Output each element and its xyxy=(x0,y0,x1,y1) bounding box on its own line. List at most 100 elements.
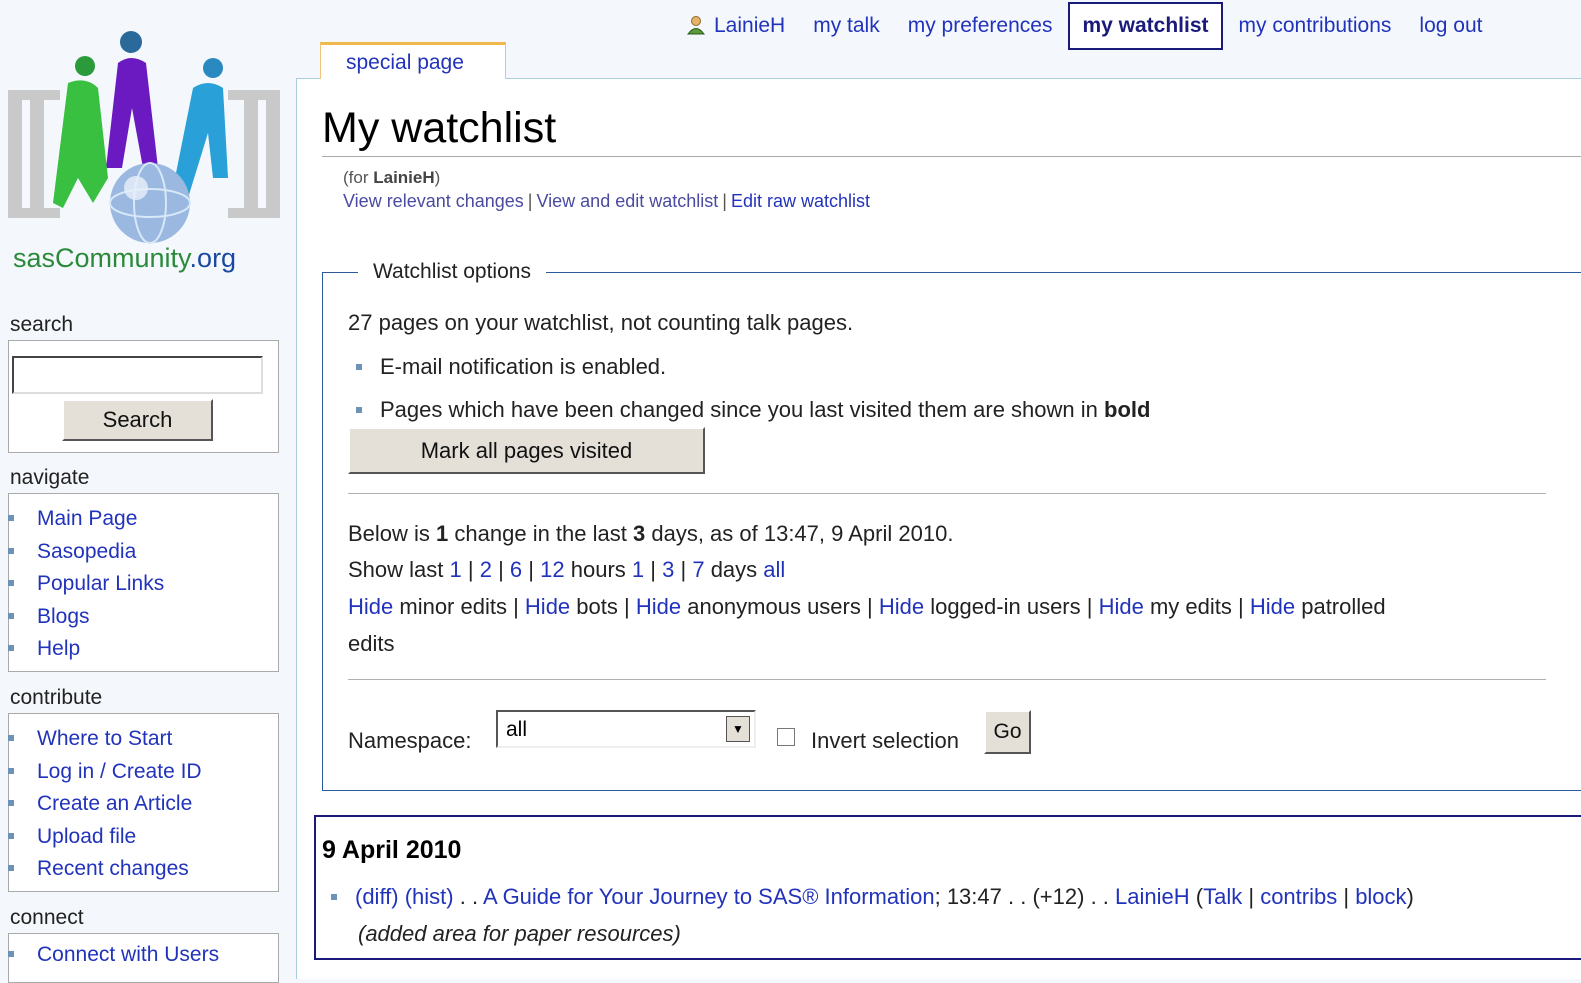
filter-label: logged-in users xyxy=(930,594,1081,619)
user-contribs-link[interactable]: contribs xyxy=(1260,884,1337,909)
connect-with-users[interactable]: Connect with Users xyxy=(8,939,219,972)
diff-link[interactable]: (diff) xyxy=(355,884,399,909)
bullet xyxy=(356,364,362,370)
bullet xyxy=(8,735,14,741)
hist-link[interactable]: (hist) xyxy=(405,884,454,909)
bullet xyxy=(331,894,337,900)
go-button[interactable]: Go xyxy=(984,710,1031,754)
hide-anonymous-link[interactable]: Hide xyxy=(636,594,681,619)
contrib-upload-file[interactable]: Upload file xyxy=(8,821,202,854)
bold-notice-text: Pages which have been changed since you … xyxy=(380,397,1104,422)
my-contributions-link[interactable]: my contributions xyxy=(1225,14,1406,38)
contrib-create-article[interactable]: Create an Article xyxy=(8,788,202,821)
nav-blogs[interactable]: Blogs xyxy=(8,601,164,634)
connect-heading: connect xyxy=(10,906,84,929)
invert-selection-label: Invert selection xyxy=(811,728,959,753)
search-button[interactable]: Search xyxy=(62,399,213,441)
hide-logged-in-link[interactable]: Hide xyxy=(879,594,924,619)
email-notice: E-mail notification is enabled. xyxy=(356,354,666,380)
user-block-link[interactable]: block xyxy=(1355,884,1406,909)
contrib-label: Where to Start xyxy=(37,727,173,750)
changes-summary: Below is 1 change in the last 3 days, as… xyxy=(348,521,953,547)
hours-12-link[interactable]: 12 xyxy=(540,557,564,582)
filter-label-edits: edits xyxy=(348,631,395,656)
tab-label: special page xyxy=(346,51,464,74)
bold-word: bold xyxy=(1104,397,1151,422)
change-user-link[interactable]: LainieH xyxy=(1115,884,1190,909)
namespace-value: all xyxy=(506,718,528,741)
hide-bots-link[interactable]: Hide xyxy=(525,594,570,619)
separator: | xyxy=(527,191,533,211)
site-name-tld: .org xyxy=(189,243,237,273)
summary-text: days, as of 13:47, 9 April 2010. xyxy=(645,521,954,546)
for-user: LainieH xyxy=(373,168,435,187)
site-logo[interactable] xyxy=(8,28,280,248)
contrib-recent-changes[interactable]: Recent changes xyxy=(8,853,202,886)
separator: | xyxy=(722,191,727,211)
navigate-heading: navigate xyxy=(10,466,90,489)
summary-text: Below is xyxy=(348,521,437,546)
hide-minor-link[interactable]: Hide xyxy=(348,594,393,619)
user-name: LainieH xyxy=(714,14,786,37)
hours-label: hours xyxy=(570,557,626,582)
show-all-link[interactable]: all xyxy=(763,557,785,582)
personal-bar: LainieH my talk my preferences my watchl… xyxy=(672,2,1496,50)
my-preferences-link[interactable]: my preferences xyxy=(894,14,1067,38)
options-legend: Watchlist options xyxy=(358,260,546,284)
nav-sasopedia[interactable]: Sasopedia xyxy=(8,536,164,569)
hours-1-link[interactable]: 1 xyxy=(450,557,462,582)
log-out-link[interactable]: log out xyxy=(1405,14,1496,38)
hours-2-link[interactable]: 2 xyxy=(480,557,492,582)
contrib-label: Create an Article xyxy=(37,792,193,815)
site-name[interactable]: sasCommunity.org xyxy=(13,243,236,274)
user-talk-link[interactable]: Talk xyxy=(1203,884,1242,909)
hide-my-edits-link[interactable]: Hide xyxy=(1099,594,1144,619)
nav-label: Popular Links xyxy=(37,572,165,595)
hours-6-link[interactable]: 6 xyxy=(510,557,522,582)
nav-popular-links[interactable]: Popular Links xyxy=(8,568,164,601)
bullet xyxy=(8,951,14,957)
hide-patrolled-link[interactable]: Hide xyxy=(1250,594,1295,619)
days-3-link[interactable]: 3 xyxy=(662,557,674,582)
dropdown-arrow-icon[interactable]: ▼ xyxy=(726,716,750,742)
my-watchlist-link[interactable]: my watchlist xyxy=(1068,2,1223,50)
bullet xyxy=(8,832,14,839)
user-icon xyxy=(687,16,705,35)
summary-count: 1 xyxy=(436,521,449,546)
connect-list: Connect with Users xyxy=(8,939,219,972)
edit-raw-watchlist-link[interactable]: Edit raw watchlist xyxy=(731,191,870,211)
nav-help[interactable]: Help xyxy=(8,633,164,666)
search-input[interactable] xyxy=(12,356,263,394)
search-heading: search xyxy=(10,313,74,336)
for-suffix: ) xyxy=(434,168,441,187)
nav-main-page[interactable]: Main Page xyxy=(8,503,164,536)
days-1-link[interactable]: 1 xyxy=(632,557,644,582)
summary-text: change in the last xyxy=(448,521,633,546)
page-title: My watchlist xyxy=(322,104,557,152)
contrib-label: Recent changes xyxy=(37,857,189,880)
options-divider xyxy=(348,679,1546,680)
invert-selection-checkbox[interactable] xyxy=(777,728,795,746)
filter-label: anonymous users xyxy=(687,594,861,619)
view-edit-watchlist-link[interactable]: View and edit watchlist xyxy=(536,191,718,211)
contrib-login[interactable]: Log in / Create ID xyxy=(8,756,202,789)
tab-special-page[interactable]: special page xyxy=(320,42,506,79)
connect-label: Connect with Users xyxy=(37,943,220,966)
for-user-line: (for LainieH) xyxy=(343,168,440,188)
separator-dots: . . xyxy=(1008,884,1027,909)
days-7-link[interactable]: 7 xyxy=(692,557,704,582)
for-prefix: (for xyxy=(343,168,374,187)
user-link[interactable]: LainieH xyxy=(672,14,799,38)
view-relevant-changes-link[interactable]: View relevant changes xyxy=(343,191,524,211)
bullet xyxy=(356,407,362,413)
contribute-heading: contribute xyxy=(10,686,103,709)
contrib-where-to-start[interactable]: Where to Start xyxy=(8,723,202,756)
page-link[interactable]: A Guide for Your Journey to SAS® Informa… xyxy=(483,884,935,909)
options-divider xyxy=(348,493,1546,494)
my-talk-link[interactable]: my talk xyxy=(799,14,894,38)
contribute-list: Where to Start Log in / Create ID Create… xyxy=(8,723,202,886)
filter-label-patrolled: patrolled xyxy=(1301,594,1386,619)
namespace-select[interactable]: all ▼ xyxy=(496,710,756,748)
bullet xyxy=(8,645,14,651)
mark-all-visited-button[interactable]: Mark all pages visited xyxy=(348,427,705,474)
